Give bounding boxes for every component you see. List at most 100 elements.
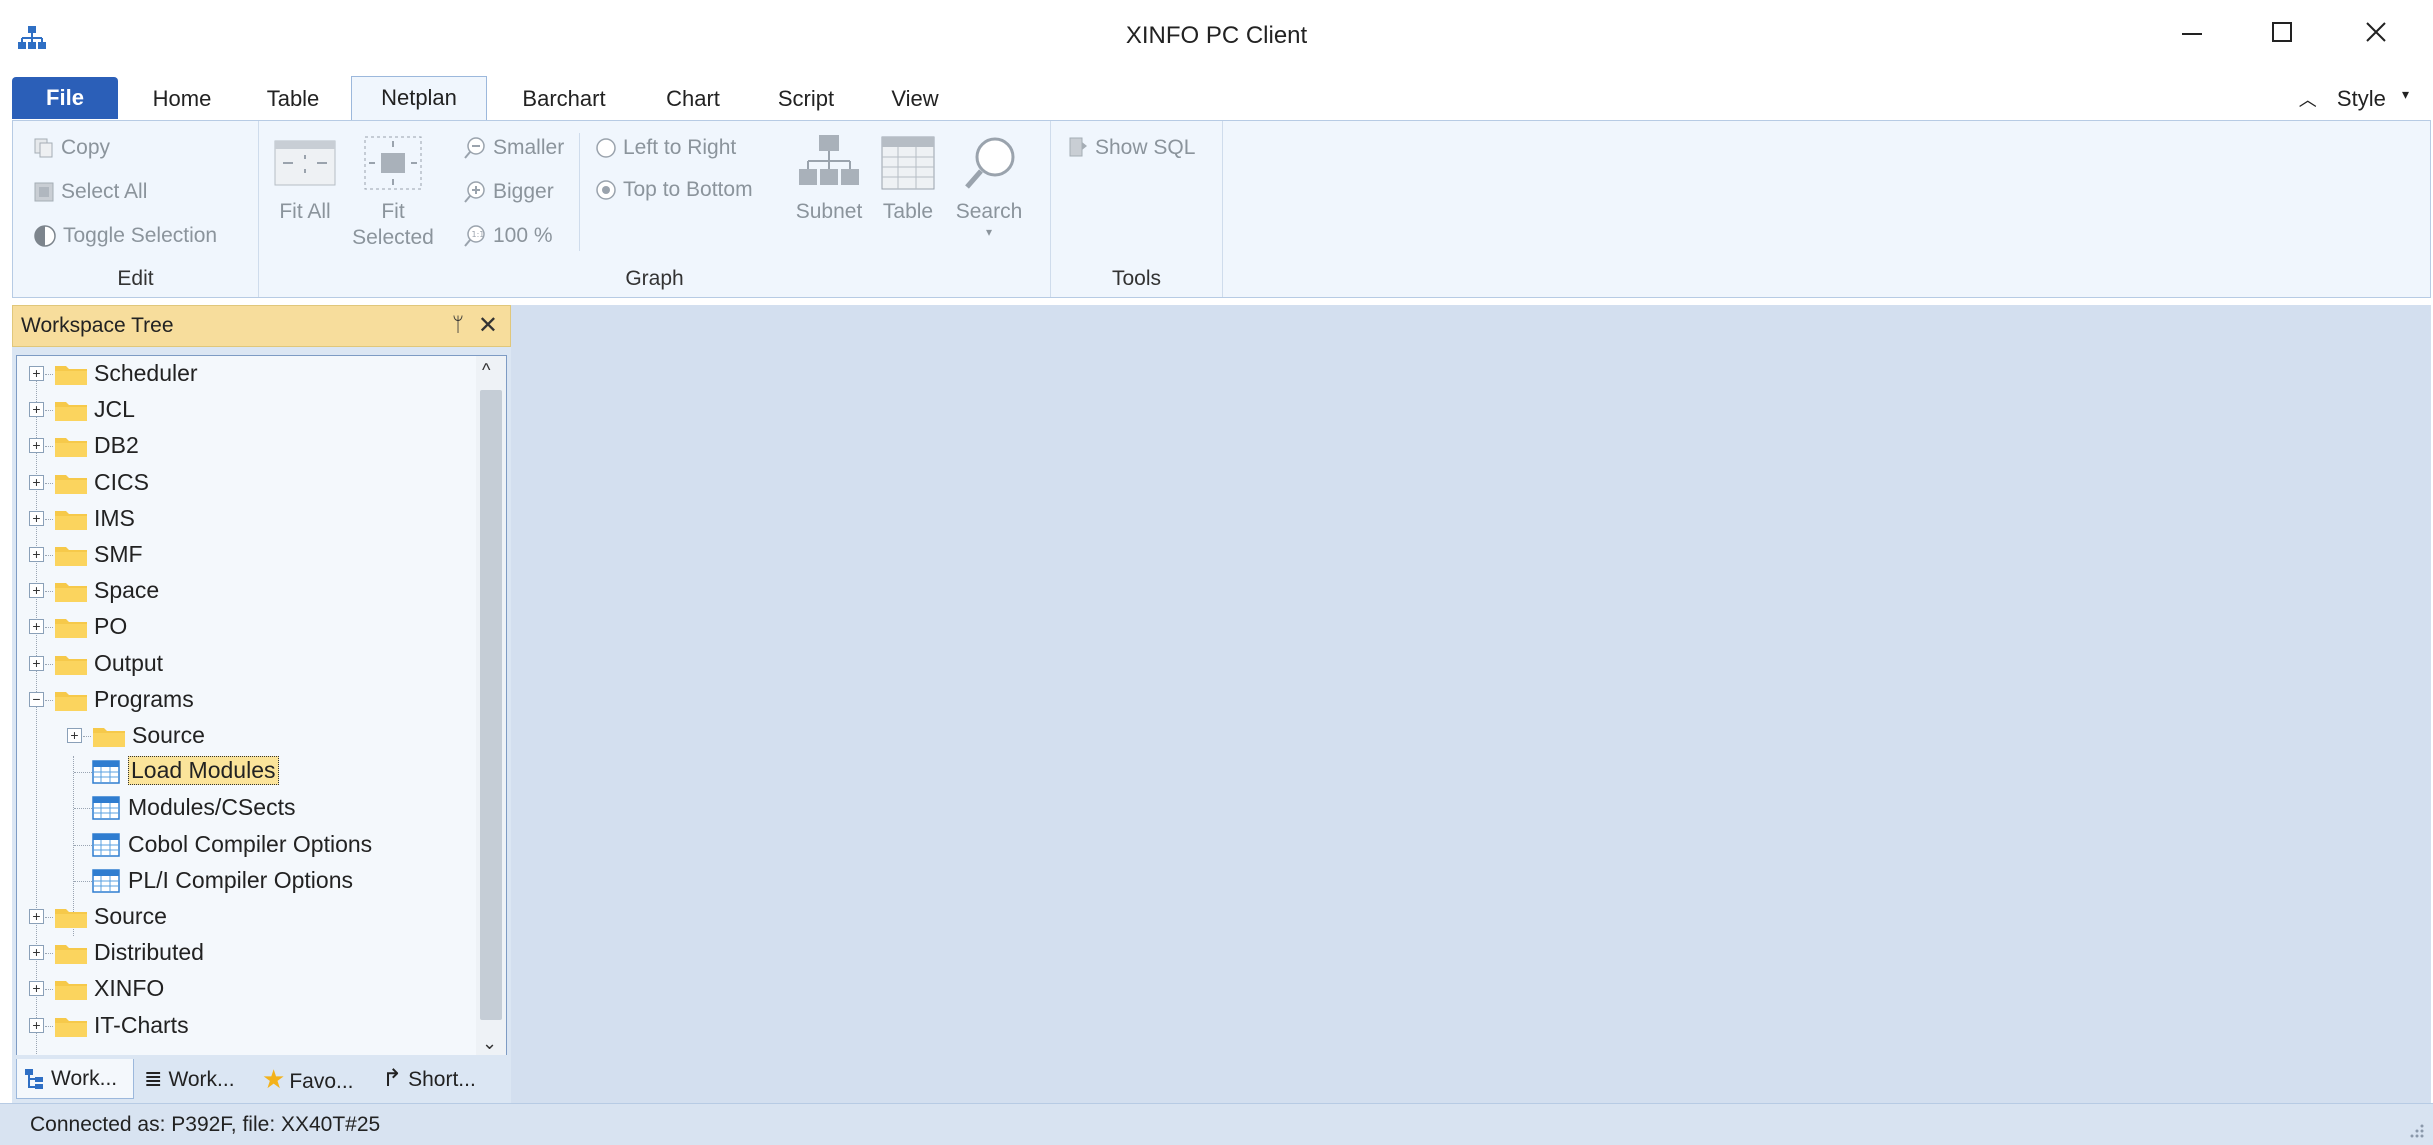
tree-folder-item[interactable]: + Scheduler (17, 356, 457, 392)
tab-chart[interactable]: Chart (652, 78, 734, 120)
expand-icon[interactable]: + (29, 366, 44, 381)
tab-script[interactable]: Script (764, 78, 848, 120)
panel-header: Workspace Tree ᛘ ✕ (12, 305, 511, 347)
tab-workspace-tree[interactable]: Work... (16, 1059, 134, 1099)
style-button[interactable]: ︿ Style ▾ (2299, 86, 2409, 112)
tree-guide-line (45, 518, 53, 520)
pin-icon[interactable]: ᛘ (452, 314, 464, 337)
tab-file[interactable]: File (12, 77, 118, 119)
table-icon (92, 760, 120, 784)
expand-icon[interactable]: + (29, 619, 44, 635)
tree-folder-item[interactable]: + IT-Charts (17, 1008, 457, 1044)
tree-folder-item[interactable]: + PO (17, 609, 457, 645)
expand-icon[interactable]: + (29, 909, 44, 924)
tree-guide-line (74, 808, 92, 810)
tab-table[interactable]: Table (250, 78, 336, 120)
tree-folder-item[interactable]: + Output (17, 646, 457, 682)
scroll-thumb[interactable] (480, 390, 502, 1020)
tree-item-label: JCL (94, 396, 135, 423)
scroll-down-icon[interactable]: ⌄ (482, 1033, 497, 1054)
table-button[interactable]: Table (875, 133, 941, 225)
tree-item-label: Space (94, 577, 160, 604)
expand-icon[interactable]: + (29, 945, 44, 961)
tab-home[interactable]: Home (134, 78, 230, 120)
tree-item-label: Distributed (94, 939, 204, 966)
tree-guide-line (45, 917, 53, 918)
tab-shortcuts[interactable]: ↱ Short... (382, 1059, 476, 1099)
tree-folder-item[interactable]: + Space (17, 573, 457, 609)
top-to-bottom-radio[interactable]: Top to Bottom (595, 173, 753, 207)
tab-work-list[interactable]: ≣ Work... (144, 1059, 235, 1099)
list-icon: ≣ (144, 1066, 163, 1091)
collapse-ribbon-icon[interactable]: ︿ (2299, 90, 2317, 110)
tree-folder-item[interactable]: + Distributed (17, 935, 457, 971)
tree-folder-item[interactable]: + IMS (17, 501, 457, 537)
tree-guide-line (45, 699, 53, 701)
select-all-button[interactable]: Select All (33, 175, 147, 209)
close-window-button[interactable] (2340, 0, 2412, 66)
tree-folder-item[interactable]: + Source (17, 899, 457, 935)
tree-table-item[interactable]: Modules/CSects (17, 790, 457, 826)
tab-view[interactable]: View (876, 78, 954, 120)
tree-guide-line (74, 772, 92, 774)
copy-button[interactable]: Copy (33, 131, 110, 165)
smaller-button[interactable]: Smaller (463, 131, 564, 165)
tree-table-item[interactable]: PL/I Compiler Options (17, 863, 457, 899)
folder-icon (55, 909, 87, 928)
workspace-tree[interactable]: + Scheduler + JCL + DB2 + CICS + IMS + SMF + Space + PO… (16, 355, 507, 1057)
panel-close-icon[interactable]: ✕ (478, 311, 498, 340)
tree-folder-item[interactable]: + JCL (17, 392, 457, 428)
tree-item-label: SMF (94, 541, 143, 567)
expand-icon[interactable]: + (29, 547, 44, 562)
minimize-button[interactable] (2156, 0, 2228, 66)
tab-netplan[interactable]: Netplan (351, 76, 487, 122)
tab-favorites[interactable]: ★ Favo... (262, 1059, 354, 1099)
folder-icon (55, 438, 87, 458)
panel-bottom-tabs: Work... ≣ Work... ★ Favo... ↱ Short... (12, 1055, 511, 1103)
tree-folder-item[interactable]: + Source (17, 718, 457, 754)
tree-folder-item[interactable]: + CICS (17, 465, 457, 501)
tree-folder-item[interactable]: + XINFO (17, 971, 457, 1007)
show-sql-button[interactable]: Show SQL (1067, 131, 1195, 165)
scroll-up-icon[interactable]: ^ (482, 360, 490, 381)
tree-folder-item[interactable]: + SMF (17, 537, 457, 573)
fit-all-button[interactable]: Fit All (273, 133, 337, 225)
zoom-100-button[interactable]: 1:1 100 % (463, 219, 553, 253)
tab-barchart[interactable]: Barchart (508, 78, 620, 120)
tree-item-label: DB2 (94, 432, 139, 459)
expand-icon[interactable]: + (29, 1017, 44, 1033)
resize-grip-icon[interactable] (2407, 1121, 2425, 1139)
tree-scrollbar[interactable]: ^ ⌄ (476, 356, 506, 1056)
search-button[interactable]: Search ▾ (949, 133, 1029, 239)
expand-icon[interactable]: + (67, 728, 82, 743)
expand-icon[interactable]: + (29, 474, 44, 490)
collapse-icon[interactable]: − (29, 691, 44, 707)
fit-selected-button[interactable]: Fit Selected (345, 133, 441, 251)
expand-icon[interactable]: + (29, 981, 44, 997)
subnet-button[interactable]: Subnet (789, 133, 869, 225)
tree-item-label: Source (94, 903, 167, 929)
expand-icon[interactable]: + (29, 583, 44, 599)
tree-item-label: Source (132, 722, 205, 748)
tree-folder-item[interactable]: + DB2 (17, 428, 457, 464)
left-to-right-radio[interactable]: Left to Right (595, 131, 736, 165)
folder-icon (55, 619, 87, 639)
maximize-button[interactable] (2246, 0, 2318, 66)
expand-icon[interactable]: + (29, 655, 44, 671)
expand-icon[interactable]: + (29, 510, 44, 526)
main-workspace-area[interactable] (511, 305, 2431, 1103)
tree-item-label: Scheduler (94, 360, 198, 386)
tree-item-label: Cobol Compiler Options (128, 830, 373, 857)
tree-table-item[interactable]: Load Modules (17, 754, 457, 790)
expand-icon[interactable]: + (29, 402, 44, 418)
ribbon-tab-bar: File Home Table Netplan Barchart Chart S… (0, 74, 2433, 122)
toggle-selection-button[interactable]: Toggle Selection (33, 219, 217, 253)
tree-item-label: Programs (94, 685, 194, 712)
folder-icon (55, 547, 87, 566)
tree-table-item[interactable]: Cobol Compiler Options (17, 827, 457, 863)
bigger-button[interactable]: Bigger (463, 175, 554, 209)
tree-folder-item[interactable]: − Programs (17, 682, 457, 718)
expand-icon[interactable]: + (29, 438, 44, 454)
tree-guide-line (45, 1025, 53, 1027)
ribbon-group-graph: Fit All Fit Selected Smaller Bigger 1:1 1… (259, 121, 1051, 297)
